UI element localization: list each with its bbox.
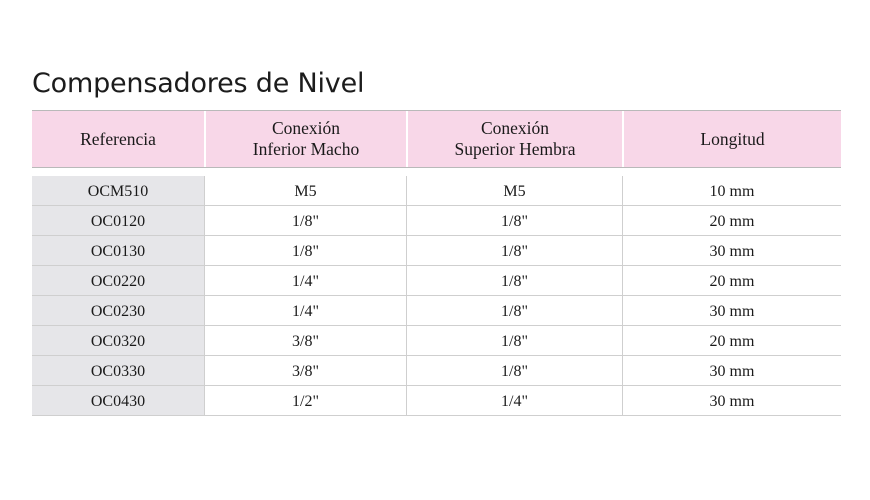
cell-conexion-inferior: 1/8"	[204, 206, 406, 235]
cell-conexion-superior: 1/8"	[406, 296, 622, 325]
table-row: OCM510 M5 M5 10 mm	[32, 176, 841, 206]
cell-conexion-superior: 1/8"	[406, 206, 622, 235]
table-header: Referencia Conexión Inferior Macho Conex…	[32, 110, 841, 168]
column-header-longitud: Longitud	[622, 111, 841, 167]
cell-conexion-inferior: 1/4"	[204, 296, 406, 325]
cell-conexion-inferior: 3/8"	[204, 326, 406, 355]
table-row: OC0120 1/8" 1/8" 20 mm	[32, 206, 841, 236]
cell-conexion-superior: 1/4"	[406, 386, 622, 415]
cell-conexion-superior: 1/8"	[406, 266, 622, 295]
cell-conexion-superior: 1/8"	[406, 236, 622, 265]
cell-longitud: 20 mm	[622, 326, 841, 355]
cell-conexion-inferior: 1/4"	[204, 266, 406, 295]
cell-conexion-inferior: 1/2"	[204, 386, 406, 415]
header-gap	[32, 168, 841, 176]
header-label-line1: Conexión	[480, 118, 550, 138]
cell-conexion-inferior: 1/8"	[204, 236, 406, 265]
header-label-line2: Inferior Macho	[252, 139, 360, 159]
header-label-line1: Conexión	[271, 118, 341, 138]
cell-conexion-inferior: M5	[204, 176, 406, 205]
cell-referencia: OC0330	[32, 356, 204, 385]
table-row: OC0320 3/8" 1/8" 20 mm	[32, 326, 841, 356]
cell-conexion-superior: 1/8"	[406, 326, 622, 355]
product-table: Referencia Conexión Inferior Macho Conex…	[32, 110, 841, 416]
column-header-conexion-superior: Conexión Superior Hembra	[406, 111, 622, 167]
header-label-line2: Superior Hembra	[454, 139, 576, 159]
cell-conexion-superior: M5	[406, 176, 622, 205]
table-row: OC0430 1/2" 1/4" 30 mm	[32, 386, 841, 416]
cell-conexion-superior: 1/8"	[406, 356, 622, 385]
table-body: OCM510 M5 M5 10 mm OC0120 1/8" 1/8" 20 mm OC0130…	[32, 176, 841, 416]
table-row: OC0230 1/4" 1/8" 30 mm	[32, 296, 841, 326]
table-row: OC0220 1/4" 1/8" 20 mm	[32, 266, 841, 296]
cell-longitud: 30 mm	[622, 236, 841, 265]
page-title: Compensadores de Nivel	[32, 68, 365, 99]
cell-longitud: 10 mm	[622, 176, 841, 205]
cell-referencia: OC0220	[32, 266, 204, 295]
cell-referencia: OC0120	[32, 206, 204, 235]
cell-longitud: 30 mm	[622, 386, 841, 415]
column-header-conexion-inferior: Conexión Inferior Macho	[204, 111, 406, 167]
column-header-referencia: Referencia	[32, 111, 204, 167]
table-row: OC0130 1/8" 1/8" 30 mm	[32, 236, 841, 266]
cell-referencia: OC0320	[32, 326, 204, 355]
cell-longitud: 30 mm	[622, 356, 841, 385]
cell-longitud: 20 mm	[622, 206, 841, 235]
header-label: Longitud	[700, 128, 765, 149]
header-label: Referencia	[80, 128, 156, 149]
cell-longitud: 20 mm	[622, 266, 841, 295]
cell-referencia: OC0130	[32, 236, 204, 265]
cell-referencia: OC0230	[32, 296, 204, 325]
cell-longitud: 30 mm	[622, 296, 841, 325]
cell-referencia: OC0430	[32, 386, 204, 415]
cell-conexion-inferior: 3/8"	[204, 356, 406, 385]
table-row: OC0330 3/8" 1/8" 30 mm	[32, 356, 841, 386]
cell-referencia: OCM510	[32, 176, 204, 205]
